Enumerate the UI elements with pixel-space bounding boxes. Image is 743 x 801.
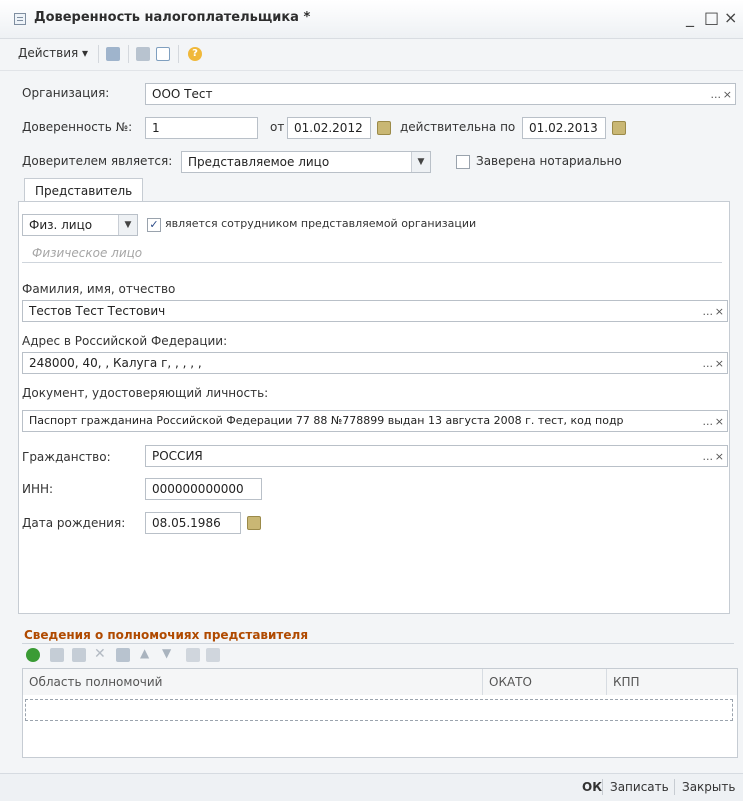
select-button[interactable]: ... xyxy=(703,449,714,465)
document-icon xyxy=(14,13,26,25)
close-button[interactable]: Закрыть xyxy=(682,780,735,794)
help-icon[interactable]: ? xyxy=(188,47,202,61)
footer-separator xyxy=(602,779,603,795)
column-header[interactable]: ОКАТО xyxy=(483,669,607,695)
clear-icon[interactable]: × xyxy=(715,414,724,430)
copy-icon[interactable] xyxy=(50,648,64,662)
org-field[interactable]: ООО Тест ... × xyxy=(145,83,736,105)
column-header[interactable]: Область полномочий xyxy=(23,669,483,695)
footer-bar: ОК Записать Закрыть xyxy=(0,773,743,801)
chevron-down-icon[interactable]: ▼ xyxy=(411,152,430,172)
window-title: Доверенность налогоплательщика * xyxy=(34,10,311,25)
fio-field[interactable]: Тестов Тест Тестович ... × xyxy=(22,300,728,322)
sort-descending-icon[interactable] xyxy=(206,648,220,662)
toolbar-separator xyxy=(98,45,99,63)
clear-icon[interactable]: × xyxy=(715,449,724,465)
trustor-value: Представляемое лицо xyxy=(188,155,330,169)
employee-checkbox[interactable]: ✓ xyxy=(147,218,161,232)
clear-icon[interactable]: × xyxy=(715,304,724,320)
from-date-input[interactable]: 01.02.2012 xyxy=(287,117,371,139)
arrow-up-icon[interactable]: ▲ xyxy=(140,646,149,660)
valid-until-label: действительна по xyxy=(400,120,516,134)
inn-label: ИНН: xyxy=(22,482,54,496)
trustor-label: Доверителем является: xyxy=(22,154,173,168)
toolbar-separator xyxy=(128,45,129,63)
notarized-label: Заверена нотариально xyxy=(476,154,622,168)
notarized-checkbox[interactable] xyxy=(456,155,470,169)
clear-icon[interactable]: × xyxy=(715,356,724,372)
document-value: Паспорт гражданина Российской Федерации … xyxy=(29,414,624,427)
chevron-down-icon[interactable]: ▼ xyxy=(118,215,137,235)
employee-label: является сотрудником представляемой орга… xyxy=(165,217,477,230)
maximize-button[interactable]: □ xyxy=(704,8,719,27)
print-preview-icon[interactable] xyxy=(156,47,170,61)
title-bar: Доверенность налогоплательщика * _ □ × xyxy=(0,0,743,39)
proxy-number-input[interactable]: 1 xyxy=(145,117,258,139)
address-label: Адрес в Российской Федерации: xyxy=(22,334,228,348)
inn-input[interactable]: 000000000000 xyxy=(145,478,262,500)
address-value: 248000, 40, , Калуга г, , , , , xyxy=(29,356,202,370)
arrow-down-icon[interactable]: ▼ xyxy=(162,646,171,660)
address-field[interactable]: 248000, 40, , Калуга г, , , , , ... × xyxy=(22,352,728,374)
close-window-button[interactable]: × xyxy=(724,8,737,27)
powers-table: Область полномочий ОКАТО КПП xyxy=(22,668,738,758)
sort-ascending-icon[interactable] xyxy=(186,648,200,662)
tab-representative[interactable]: Представитель xyxy=(24,178,144,202)
calendar-icon[interactable] xyxy=(612,121,626,135)
trustor-select[interactable]: Представляемое лицо ▼ xyxy=(181,151,431,173)
divider xyxy=(22,262,722,263)
actions-menu[interactable]: Действия ▾ xyxy=(18,46,88,60)
select-button[interactable]: ... xyxy=(703,414,714,430)
post-icon[interactable] xyxy=(106,47,120,61)
column-header[interactable]: КПП xyxy=(607,669,737,695)
proxy-number-label: Доверенность №: xyxy=(22,120,133,134)
minimize-button[interactable]: _ xyxy=(686,8,694,27)
fio-value: Тестов Тест Тестович xyxy=(29,304,166,318)
clear-icon[interactable]: × xyxy=(723,87,732,103)
valid-date-input[interactable]: 01.02.2013 xyxy=(522,117,606,139)
toolbar-separator xyxy=(178,45,179,63)
select-button[interactable]: ... xyxy=(703,356,714,372)
document-label: Документ, удостоверяющий личность: xyxy=(22,386,269,400)
table-row[interactable] xyxy=(25,699,733,721)
section-title-individual: Физическое лицо xyxy=(32,246,143,260)
footer-separator xyxy=(674,779,675,795)
person-type-select[interactable]: Физ. лицо ▼ xyxy=(22,214,138,236)
proxy-window: Доверенность налогоплательщика * _ □ × Д… xyxy=(0,0,743,801)
calendar-icon[interactable] xyxy=(377,121,391,135)
ok-button[interactable]: ОК xyxy=(582,780,602,794)
fio-label: Фамилия, имя, отчество xyxy=(22,282,176,296)
from-label: от xyxy=(270,120,285,134)
table-icon[interactable] xyxy=(136,47,150,61)
birth-date-label: Дата рождения: xyxy=(22,516,126,530)
select-button[interactable]: ... xyxy=(711,87,722,103)
save-button[interactable]: Записать xyxy=(610,780,669,794)
citizenship-field[interactable]: РОССИЯ ... × xyxy=(145,445,728,467)
birth-date-input[interactable]: 08.05.1986 xyxy=(145,512,241,534)
powers-section-title: Сведения о полномочиях представителя xyxy=(24,628,309,642)
table-icon[interactable] xyxy=(116,648,130,662)
document-field[interactable]: Паспорт гражданина Российской Федерации … xyxy=(22,410,728,432)
divider xyxy=(22,643,734,644)
toolbar: Действия ▾ ? xyxy=(0,38,743,71)
add-icon[interactable] xyxy=(26,648,40,662)
org-value: ООО Тест xyxy=(152,87,213,101)
delete-icon[interactable]: ✕ xyxy=(94,646,106,662)
org-label: Организация: xyxy=(22,86,110,100)
person-type-value: Физ. лицо xyxy=(29,218,93,232)
citizenship-label: Гражданство: xyxy=(22,450,111,464)
calendar-icon[interactable] xyxy=(247,516,261,530)
select-button[interactable]: ... xyxy=(703,304,714,320)
citizenship-value: РОССИЯ xyxy=(152,449,203,463)
edit-icon[interactable] xyxy=(72,648,86,662)
